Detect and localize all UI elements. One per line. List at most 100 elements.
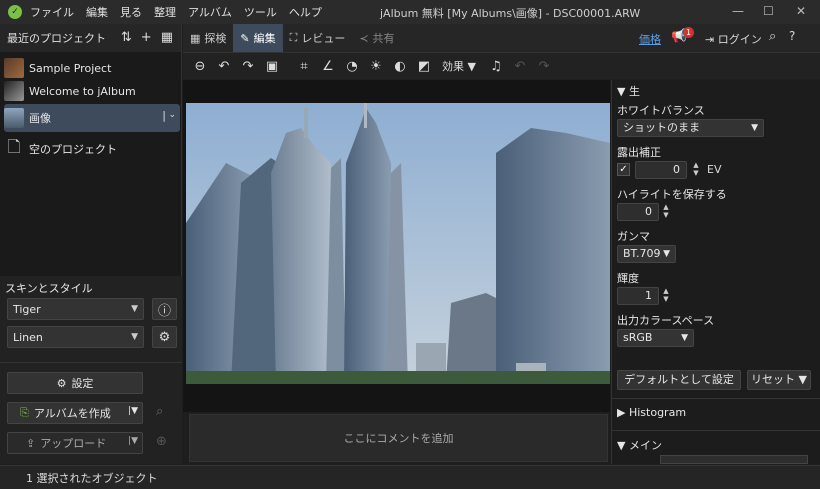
dropdown-arrow-icon: ▼: [131, 304, 138, 314]
make-album-button[interactable]: ⎘ アルバムを作成 |▼: [7, 402, 143, 424]
upload-icon: ⇪: [26, 436, 36, 450]
crop-icon[interactable]: ⌗: [292, 59, 316, 74]
settings-button[interactable]: ⚙ 設定: [7, 372, 143, 394]
photo-preview[interactable]: [186, 103, 610, 384]
menu-help[interactable]: ヘルプ: [289, 4, 322, 20]
straighten-icon[interactable]: ∠: [316, 59, 340, 74]
tab-label: レビュー: [301, 32, 346, 45]
menu-tools[interactable]: ツール: [244, 4, 277, 20]
login-icon: ⇥: [705, 33, 715, 46]
style-select[interactable]: Linen ▼: [7, 326, 144, 348]
project-item-welcome[interactable]: Welcome to jAlbum: [4, 79, 180, 103]
levels-icon[interactable]: ◩: [412, 59, 436, 74]
chevron-down-icon[interactable]: |▼: [128, 436, 138, 446]
status-bar: 1 選択されたオブジェクト: [0, 465, 820, 489]
contrast-icon[interactable]: ◐: [388, 59, 412, 74]
tab-share[interactable]: ≺ 共有: [352, 24, 401, 52]
spinner-icon[interactable]: ▲ ▼: [690, 161, 702, 179]
close-icon[interactable]: ✕: [796, 4, 806, 18]
login-button[interactable]: ⇥ ログイン: [705, 31, 762, 47]
menu-album[interactable]: アルバム: [188, 4, 232, 20]
brightness-icon[interactable]: ☀: [364, 59, 388, 74]
view-tabs-bar: ▦ 探検 ✎ 編集 ⛶ レビュー ≺ 共有 価格 📢 1 ⇥ ログイン ⌕ ?: [183, 24, 820, 52]
skin-panel: スキンとスタイル Tiger ▼ ⓘ Linen ▼ ⚙ ⚙ 設定 ⎘ アルバムを作成 …: [0, 276, 182, 464]
spinner-icon[interactable]: ▲ ▼: [660, 203, 672, 221]
exposure-input[interactable]: 0: [635, 161, 687, 179]
price-link[interactable]: 価格: [639, 31, 661, 47]
effects-menu[interactable]: 効果 ▼: [442, 58, 476, 74]
menu-view[interactable]: 見る: [120, 4, 142, 20]
project-label: Welcome to jAlbum: [29, 84, 136, 98]
minus-circle-icon[interactable]: ⊖: [188, 59, 212, 74]
wb-select[interactable]: ショットのまま ▼: [617, 119, 764, 137]
skin-select[interactable]: Tiger ▼: [7, 298, 144, 320]
spinner-icon[interactable]: ▲ ▼: [660, 287, 672, 305]
filename-field[interactable]: [660, 455, 808, 464]
project-thumbnail: [4, 58, 24, 78]
histogram-section-header[interactable]: ▶ Histogram: [617, 406, 686, 419]
colorspace-label: 出力カラースペース: [617, 314, 715, 327]
skin-header: スキンとスタイル: [5, 282, 93, 295]
notification-badge: 1: [683, 27, 694, 38]
properties-panel: ▼ 生 ホワイトバランス ショットのまま ▼ 露出補正 ✓ 0 ▲ ▼ EV ハイラ…: [611, 80, 820, 464]
projects-title: 最近のプロジェクト: [7, 32, 106, 45]
menu-file[interactable]: ファイル: [30, 4, 74, 20]
chevron-down-icon[interactable]: |▼: [128, 406, 138, 416]
dropdown-arrow-icon: ▼: [751, 123, 758, 133]
help-icon[interactable]: ?: [789, 29, 795, 43]
info-icon[interactable]: ⓘ: [152, 298, 177, 320]
status-text: 1 選択されたオブジェクト: [26, 471, 158, 485]
gamma-label: ガンマ: [617, 230, 650, 243]
dropdown-arrow-icon: ▼: [663, 249, 670, 259]
login-label: ログイン: [717, 33, 762, 46]
colorspace-select[interactable]: sRGB ▼: [617, 329, 694, 347]
main-section-header[interactable]: ▼ メイン: [617, 437, 662, 453]
project-item-sample[interactable]: Sample Project: [4, 56, 180, 80]
menu-organize[interactable]: 整理: [154, 4, 176, 20]
sort-icon[interactable]: ⇅: [121, 30, 132, 45]
tab-explore[interactable]: ▦ 探検: [183, 24, 233, 52]
music-icon[interactable]: ♫: [484, 59, 508, 74]
comment-field[interactable]: ここにコメントを追加: [189, 414, 608, 462]
tab-review[interactable]: ⛶ レビュー: [283, 24, 353, 52]
colorspace-value: sRGB: [623, 331, 653, 344]
exposure-checkbox[interactable]: ✓: [617, 163, 630, 176]
projects-panel: 最近のプロジェクト ⇅ + ▦ Sample Project Welcome t…: [0, 24, 182, 276]
project-label: Sample Project: [29, 61, 112, 75]
gamma-select[interactable]: BT.709 ▼: [617, 245, 676, 263]
project-item-images[interactable]: 画像 | ⌄: [4, 104, 180, 132]
grid-icon[interactable]: ▦: [161, 30, 173, 45]
window-title: jAlbum 無料 [My Albums\画像] - DSC00001.ARW: [380, 7, 641, 20]
raw-section-header[interactable]: ▼ 生: [617, 83, 640, 99]
pencil-icon: ✎: [240, 31, 250, 45]
minimize-icon[interactable]: —: [732, 4, 744, 18]
add-icon[interactable]: +: [141, 30, 152, 45]
rotate-right-icon[interactable]: ↷: [236, 59, 260, 74]
tab-edit[interactable]: ✎ 編集: [233, 24, 283, 52]
comment-placeholder: ここにコメントを追加: [343, 432, 454, 445]
project-label: 画像: [29, 112, 51, 125]
set-default-button[interactable]: デフォルトとして設定: [617, 370, 741, 390]
brightness-input[interactable]: 1: [617, 287, 659, 305]
project-item-empty[interactable]: 🗋 空のプロジェクト: [4, 137, 180, 161]
menu-edit[interactable]: 編集: [86, 4, 108, 20]
reset-button[interactable]: リセット ▼: [747, 370, 811, 390]
section-label: 生: [628, 85, 640, 98]
search-icon[interactable]: ⌕: [769, 29, 776, 44]
project-menu-divider: |: [162, 109, 166, 122]
wb-value: ショットのまま: [623, 121, 700, 134]
upload-button[interactable]: ⇪ アップロード |▼: [7, 432, 143, 454]
undo-icon[interactable]: ↶: [508, 59, 532, 74]
red-eye-icon[interactable]: ◔: [340, 59, 364, 74]
gear-icon[interactable]: ⚙: [152, 326, 177, 348]
project-thumbnail: [4, 81, 24, 101]
auto-fix-icon[interactable]: ▣: [260, 59, 284, 74]
chevron-down-icon[interactable]: ⌄: [168, 110, 176, 120]
rotate-left-icon[interactable]: ↶: [212, 59, 236, 74]
divider: [612, 430, 820, 431]
maximize-icon[interactable]: ☐: [763, 4, 774, 18]
settings-label: 設定: [71, 377, 94, 390]
redo-icon[interactable]: ↷: [532, 59, 556, 74]
highlight-label: ハイライトを保存する: [617, 188, 727, 201]
highlight-input[interactable]: 0: [617, 203, 659, 221]
